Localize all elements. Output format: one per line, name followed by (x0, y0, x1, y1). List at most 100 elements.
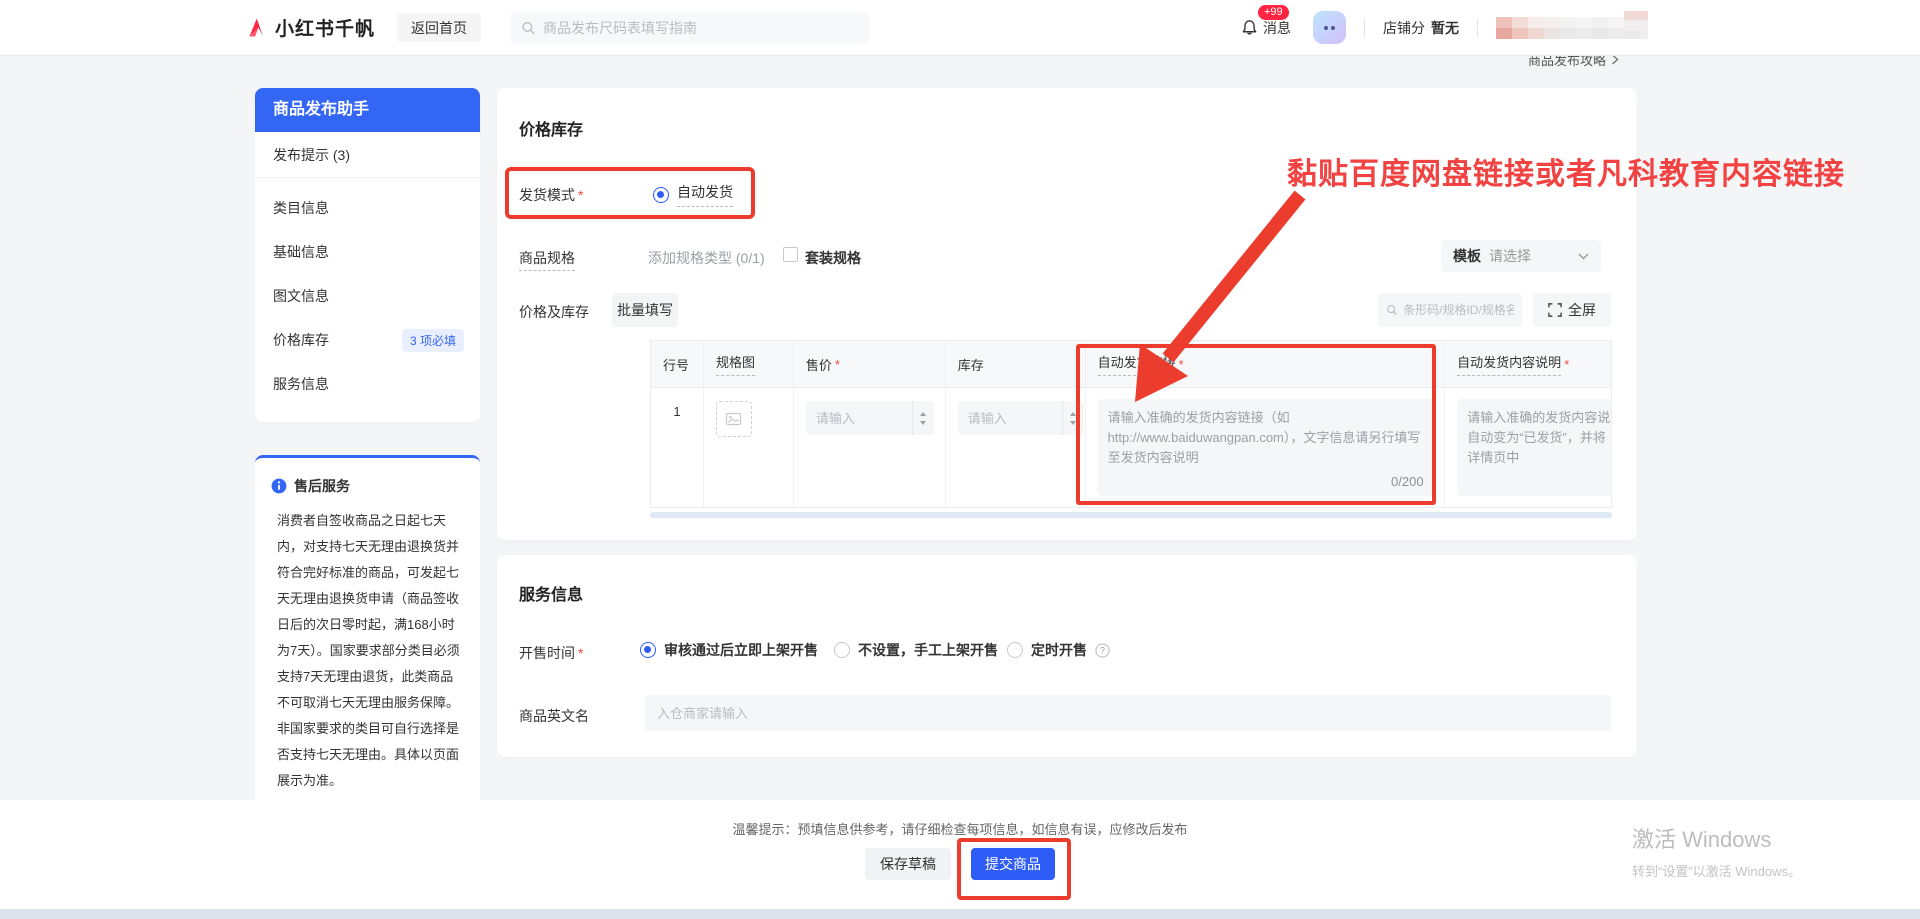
stock-input-box (958, 401, 1084, 435)
top-header: 小红书千帆 返回首页 +99 消息 店铺分 暂无 (0, 0, 1920, 56)
spec-search[interactable] (1378, 293, 1522, 327)
footer-tip: 温馨提示：预填信息供参考，请仔细检查每项信息，如信息有误，应修改后发布 (0, 800, 1920, 838)
price-input-box (806, 401, 934, 435)
price-input[interactable] (806, 411, 902, 426)
search-icon (521, 20, 536, 36)
radio-scheduled[interactable] (1007, 642, 1023, 658)
fullscreen-button[interactable]: 全屏 (1533, 293, 1611, 327)
section-title-service-info: 服务信息 (519, 581, 583, 605)
stock-stepper[interactable] (1062, 401, 1084, 435)
chevron-down-icon (1578, 253, 1589, 260)
sku-table: 行号 规格图 售价* 库存 自动发货链接* 自动发货内容说明* (650, 340, 1612, 508)
shop-score-label: 店铺分 (1383, 18, 1425, 38)
sidebar-nav: 商品发布助手 发布提示 (3) 类目信息 基础信息 图文信息 价格库存 3 项必… (255, 88, 480, 422)
back-home-button[interactable]: 返回首页 (397, 13, 481, 42)
required-mark: * (578, 187, 583, 203)
shop-name-redacted[interactable] (1496, 11, 1648, 45)
bundle-spec-label: 套装规格 (805, 248, 861, 268)
auto-ship-link-textarea[interactable] (1098, 399, 1434, 496)
service-info-section: 服务信息 开售时间* 审核通过后立即上架开售 不设置，手工上架开售 定时开售 ?… (497, 555, 1637, 757)
sku-table-row: 1 (651, 388, 1611, 507)
spec-search-input[interactable] (1403, 303, 1514, 317)
stock-input[interactable] (958, 411, 1054, 426)
annotation-note: 黏贴百度网盘链接或者凡科教育内容链接 (1287, 149, 1845, 193)
auto-ship-desc-textarea[interactable] (1457, 399, 1611, 496)
radio-auto-shipping[interactable] (653, 187, 669, 203)
price-stepper[interactable] (912, 401, 934, 435)
template-value: 请选择 (1489, 246, 1531, 266)
image-upload-placeholder[interactable] (716, 401, 752, 437)
header-right: +99 消息 店铺分 暂无 (1241, 11, 1648, 45)
shop-score: 店铺分 暂无 (1383, 18, 1459, 38)
sidebar-item-label: 价格库存 (273, 330, 329, 350)
sidebar-title: 商品发布助手 (255, 88, 480, 132)
bulk-fill-button[interactable]: 批量填写 (612, 293, 678, 327)
sidebar-item-price-stock[interactable]: 价格库存 3 项必填 (255, 318, 480, 362)
shipping-mode-radio-group: 自动发货 (653, 182, 733, 207)
spec-label: 商品规格 (519, 248, 575, 268)
col-header-spec-image: 规格图 (704, 341, 794, 387)
page: 小红书千帆 返回首页 +99 消息 店铺分 暂无 (0, 0, 1920, 919)
template-select[interactable]: 模板 请选择 (1441, 240, 1601, 272)
sidebar-item-label: 发布提示 (3) (273, 145, 350, 165)
add-spec-type-link[interactable]: 添加规格类型 (0/1) (648, 248, 765, 268)
cell-row-no: 1 (651, 388, 704, 507)
header-search-input[interactable] (543, 20, 859, 36)
aftersale-title: 售后服务 (294, 476, 350, 496)
header-search[interactable] (511, 12, 869, 44)
sidebar-item-image-text-info[interactable]: 图文信息 (255, 274, 480, 318)
aftersale-title-row: 售后服务 (271, 476, 464, 496)
sale-option-immediate: 审核通过后立即上架开售 (640, 640, 818, 660)
cell-spec-image (704, 388, 794, 507)
avatar[interactable] (1313, 11, 1346, 44)
fullscreen-icon (1548, 303, 1562, 317)
shipping-mode-label: 发货模式* (519, 185, 583, 205)
sale-option-manual: 不设置，手工上架开售 (834, 640, 998, 660)
xiaohongshu-logo-icon (244, 16, 268, 40)
bottom-strip (0, 909, 1920, 919)
messages-button[interactable]: +99 消息 (1241, 18, 1291, 38)
cell-auto-ship-desc (1445, 388, 1611, 507)
submit-product-button[interactable]: 提交商品 (971, 848, 1055, 880)
radio-immediate[interactable] (640, 642, 656, 658)
table-horizontal-scrollbar[interactable] (650, 512, 1612, 518)
sidebar-item-basic-info[interactable]: 基础信息 (255, 230, 480, 274)
sale-option-scheduled: 定时开售 ? (1007, 640, 1110, 660)
messages-badge: +99 (1257, 4, 1290, 21)
radio-manual-label: 不设置，手工上架开售 (858, 640, 998, 660)
auto-ship-link-box: 0/200 (1098, 399, 1434, 496)
svg-text:?: ? (1100, 645, 1105, 655)
sidebar-item-category-info[interactable]: 类目信息 (255, 186, 480, 230)
save-draft-button[interactable]: 保存草稿 (865, 848, 951, 880)
app-logo: 小红书千帆 (244, 14, 375, 41)
radio-auto-shipping-label: 自动发货 (677, 182, 733, 207)
price-stock-label: 价格及库存 (519, 302, 589, 322)
question-icon[interactable]: ? (1095, 643, 1110, 658)
sidebar-item-publish-tips[interactable]: 发布提示 (3) (255, 132, 480, 178)
col-header-auto-ship-link: 自动发货链接* (1086, 341, 1446, 387)
template-label: 模板 (1453, 246, 1481, 266)
sku-table-header: 行号 规格图 售价* 库存 自动发货链接* 自动发货内容说明* (651, 341, 1611, 388)
sidebar-item-label: 图文信息 (273, 286, 329, 306)
messages-label: 消息 (1263, 18, 1291, 38)
bundle-spec-checkbox[interactable] (783, 247, 798, 262)
cell-stock (946, 388, 1086, 507)
shop-score-value: 暂无 (1431, 18, 1459, 38)
aftersale-service-card: 售后服务 消费者自签收商品之日起七天内，对支持七天无理由退换货并符合完好标准的商… (255, 455, 480, 814)
divider (1364, 19, 1365, 37)
col-header-row-no: 行号 (651, 341, 704, 387)
english-name-input[interactable] (645, 695, 1611, 731)
cell-auto-ship-link: 0/200 (1086, 388, 1446, 507)
logo-text: 小红书千帆 (275, 14, 375, 41)
radio-manual[interactable] (834, 642, 850, 658)
sale-time-label: 开售时间* (519, 643, 583, 663)
fullscreen-label: 全屏 (1568, 300, 1596, 320)
col-header-auto-ship-desc: 自动发货内容说明* (1445, 341, 1611, 387)
sidebar-item-label: 基础信息 (273, 242, 329, 262)
sidebar-item-label: 服务信息 (273, 374, 329, 394)
required-mark: * (578, 645, 583, 661)
sidebar-item-service-info[interactable]: 服务信息 (255, 362, 480, 406)
char-counter: 0/200 (1391, 474, 1424, 489)
cell-price (794, 388, 946, 507)
radio-scheduled-label: 定时开售 (1031, 640, 1087, 660)
